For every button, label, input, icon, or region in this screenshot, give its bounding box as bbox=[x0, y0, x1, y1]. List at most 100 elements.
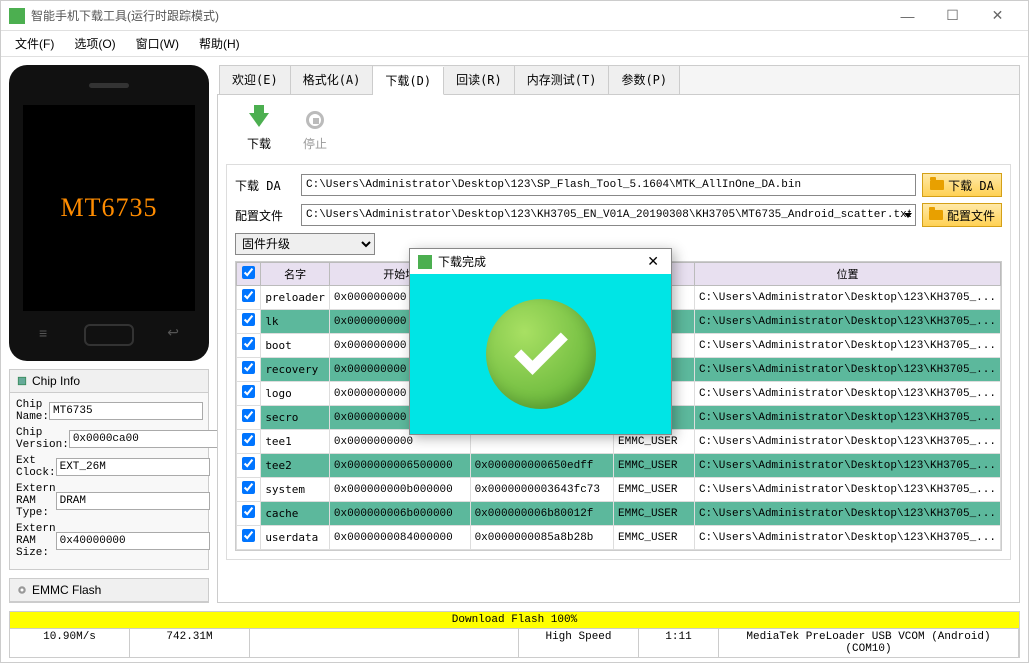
row-checkbox[interactable] bbox=[237, 406, 261, 430]
success-dialog: 下载完成 ✕ bbox=[409, 248, 672, 435]
da-browse-button[interactable]: 下载 DA bbox=[922, 173, 1002, 197]
row-checkbox[interactable] bbox=[237, 454, 261, 478]
row-checkbox[interactable] bbox=[237, 334, 261, 358]
row-name: preloader bbox=[261, 286, 330, 310]
progress-text: Download Flash 100% bbox=[10, 612, 1019, 629]
scatter-path-input[interactable] bbox=[301, 204, 916, 226]
row-location: C:\Users\Administrator\Desktop\123\KH370… bbox=[694, 406, 1000, 430]
maximize-button[interactable]: ☐ bbox=[930, 1, 975, 30]
ram-type-value[interactable] bbox=[56, 492, 210, 510]
header-location[interactable]: 位置 bbox=[694, 263, 1000, 286]
row-name: system bbox=[261, 478, 330, 502]
row-checkbox[interactable] bbox=[237, 430, 261, 454]
row-end: 0x000000000650edff bbox=[470, 454, 613, 478]
chip-ver-label: Chip Version: bbox=[16, 427, 69, 451]
stop-label: 停止 bbox=[303, 135, 327, 152]
row-checkbox[interactable] bbox=[237, 526, 261, 550]
row-location: C:\Users\Administrator\Desktop\123\KH370… bbox=[694, 430, 1000, 454]
row-name: lk bbox=[261, 310, 330, 334]
row-end: 0x0000000003643fc73 bbox=[470, 478, 613, 502]
stop-button[interactable]: 停止 bbox=[302, 107, 328, 152]
close-button[interactable]: ✕ bbox=[975, 1, 1020, 30]
row-checkbox[interactable] bbox=[237, 310, 261, 334]
table-row[interactable]: system0x000000000b0000000x0000000003643f… bbox=[237, 478, 1001, 502]
toolbar: 下载 停止 bbox=[226, 103, 1011, 156]
row-checkbox[interactable] bbox=[237, 502, 261, 526]
minimize-button[interactable]: — bbox=[885, 1, 930, 30]
menu-window[interactable]: 窗口(W) bbox=[126, 31, 189, 56]
row-location: C:\Users\Administrator\Desktop\123\KH370… bbox=[694, 454, 1000, 478]
download-button[interactable]: 下载 bbox=[246, 107, 272, 152]
download-arrow-icon bbox=[249, 113, 269, 127]
ext-clock-value[interactable] bbox=[56, 458, 210, 476]
dialog-icon bbox=[418, 255, 432, 269]
row-region: EMMC_USER bbox=[614, 502, 695, 526]
dialog-close-button[interactable]: ✕ bbox=[643, 253, 663, 270]
mode-select[interactable]: 固件升级 bbox=[235, 233, 375, 255]
row-location: C:\Users\Administrator\Desktop\123\KH370… bbox=[694, 286, 1000, 310]
table-row[interactable]: cache0x000000006b0000000x000000006b80012… bbox=[237, 502, 1001, 526]
chip-name-label: Chip Name: bbox=[16, 399, 49, 423]
row-begin: 0x0000000006500000 bbox=[329, 454, 470, 478]
row-name: tee1 bbox=[261, 430, 330, 454]
phone-back-icon: ↩ bbox=[167, 324, 179, 341]
checkmark-circle-icon bbox=[486, 299, 596, 409]
ram-size-value[interactable] bbox=[56, 532, 210, 550]
row-name: logo bbox=[261, 382, 330, 406]
row-name: boot bbox=[261, 334, 330, 358]
folder-icon bbox=[929, 210, 943, 220]
tab-memtest[interactable]: 内存测试(T) bbox=[515, 66, 610, 94]
tab-readback[interactable]: 回读(R) bbox=[444, 66, 515, 94]
table-row[interactable]: userdata0x00000000840000000x0000000085a8… bbox=[237, 526, 1001, 550]
chip-label: MT6735 bbox=[61, 193, 158, 223]
row-location: C:\Users\Administrator\Desktop\123\KH370… bbox=[694, 526, 1000, 550]
row-name: recovery bbox=[261, 358, 330, 382]
status-time: 1:11 bbox=[639, 629, 719, 657]
menu-file[interactable]: 文件(F) bbox=[5, 31, 64, 56]
row-checkbox[interactable] bbox=[237, 478, 261, 502]
row-checkbox[interactable] bbox=[237, 358, 261, 382]
header-name[interactable]: 名字 bbox=[261, 263, 330, 286]
dialog-title: 下载完成 bbox=[438, 253, 643, 270]
row-location: C:\Users\Administrator\Desktop\123\KH370… bbox=[694, 382, 1000, 406]
row-begin: 0x000000000b000000 bbox=[329, 478, 470, 502]
header-check[interactable] bbox=[237, 263, 261, 286]
chip-ver-value[interactable] bbox=[69, 430, 223, 448]
tab-download[interactable]: 下载(D) bbox=[373, 67, 444, 95]
emmc-panel: EMMC Flash bbox=[9, 578, 209, 603]
titlebar: 智能手机下载工具(运行时跟踪模式) — ☐ ✕ bbox=[1, 1, 1028, 31]
chip-info-title: Chip Info bbox=[32, 374, 80, 388]
status-size: 742.31M bbox=[130, 629, 250, 657]
menubar: 文件(F) 选项(O) 窗口(W) 帮助(H) bbox=[1, 31, 1028, 57]
tabs: 欢迎(E) 格式化(A) 下载(D) 回读(R) 内存测试(T) 参数(P) bbox=[219, 65, 1020, 94]
da-path-input[interactable] bbox=[301, 174, 916, 196]
folder-icon bbox=[930, 180, 944, 190]
phone-speaker bbox=[89, 83, 129, 88]
row-region: EMMC_USER bbox=[614, 454, 695, 478]
table-row[interactable]: tee20x00000000065000000x000000000650edff… bbox=[237, 454, 1001, 478]
row-checkbox[interactable] bbox=[237, 382, 261, 406]
row-checkbox[interactable] bbox=[237, 286, 261, 310]
menu-option[interactable]: 选项(O) bbox=[64, 31, 125, 56]
statusbar: Download Flash 100% 10.90M/s 742.31M Hig… bbox=[9, 611, 1020, 658]
chip-name-value[interactable] bbox=[49, 402, 203, 420]
app-icon bbox=[9, 8, 25, 24]
row-region: EMMC_USER bbox=[614, 526, 695, 550]
status-speed: 10.90M/s bbox=[10, 629, 130, 657]
scatter-browse-button[interactable]: 配置文件 bbox=[922, 203, 1002, 227]
tab-welcome[interactable]: 欢迎(E) bbox=[220, 66, 291, 94]
tab-format[interactable]: 格式化(A) bbox=[291, 66, 374, 94]
row-begin: 0x0000000084000000 bbox=[329, 526, 470, 550]
menu-help[interactable]: 帮助(H) bbox=[189, 31, 250, 56]
stop-icon bbox=[306, 111, 324, 129]
ram-size-label: Extern RAM Size: bbox=[16, 523, 56, 559]
row-name: userdata bbox=[261, 526, 330, 550]
chip-icon bbox=[16, 375, 28, 387]
row-location: C:\Users\Administrator\Desktop\123\KH370… bbox=[694, 310, 1000, 334]
phone-home-button bbox=[84, 324, 134, 346]
dropdown-arrow-icon[interactable] bbox=[902, 208, 912, 222]
emmc-title: EMMC Flash bbox=[32, 583, 101, 597]
download-label: 下载 bbox=[247, 135, 271, 152]
chip-info-panel: Chip Info Chip Name: Chip Version: Ext C… bbox=[9, 369, 209, 570]
tab-param[interactable]: 参数(P) bbox=[609, 66, 680, 94]
